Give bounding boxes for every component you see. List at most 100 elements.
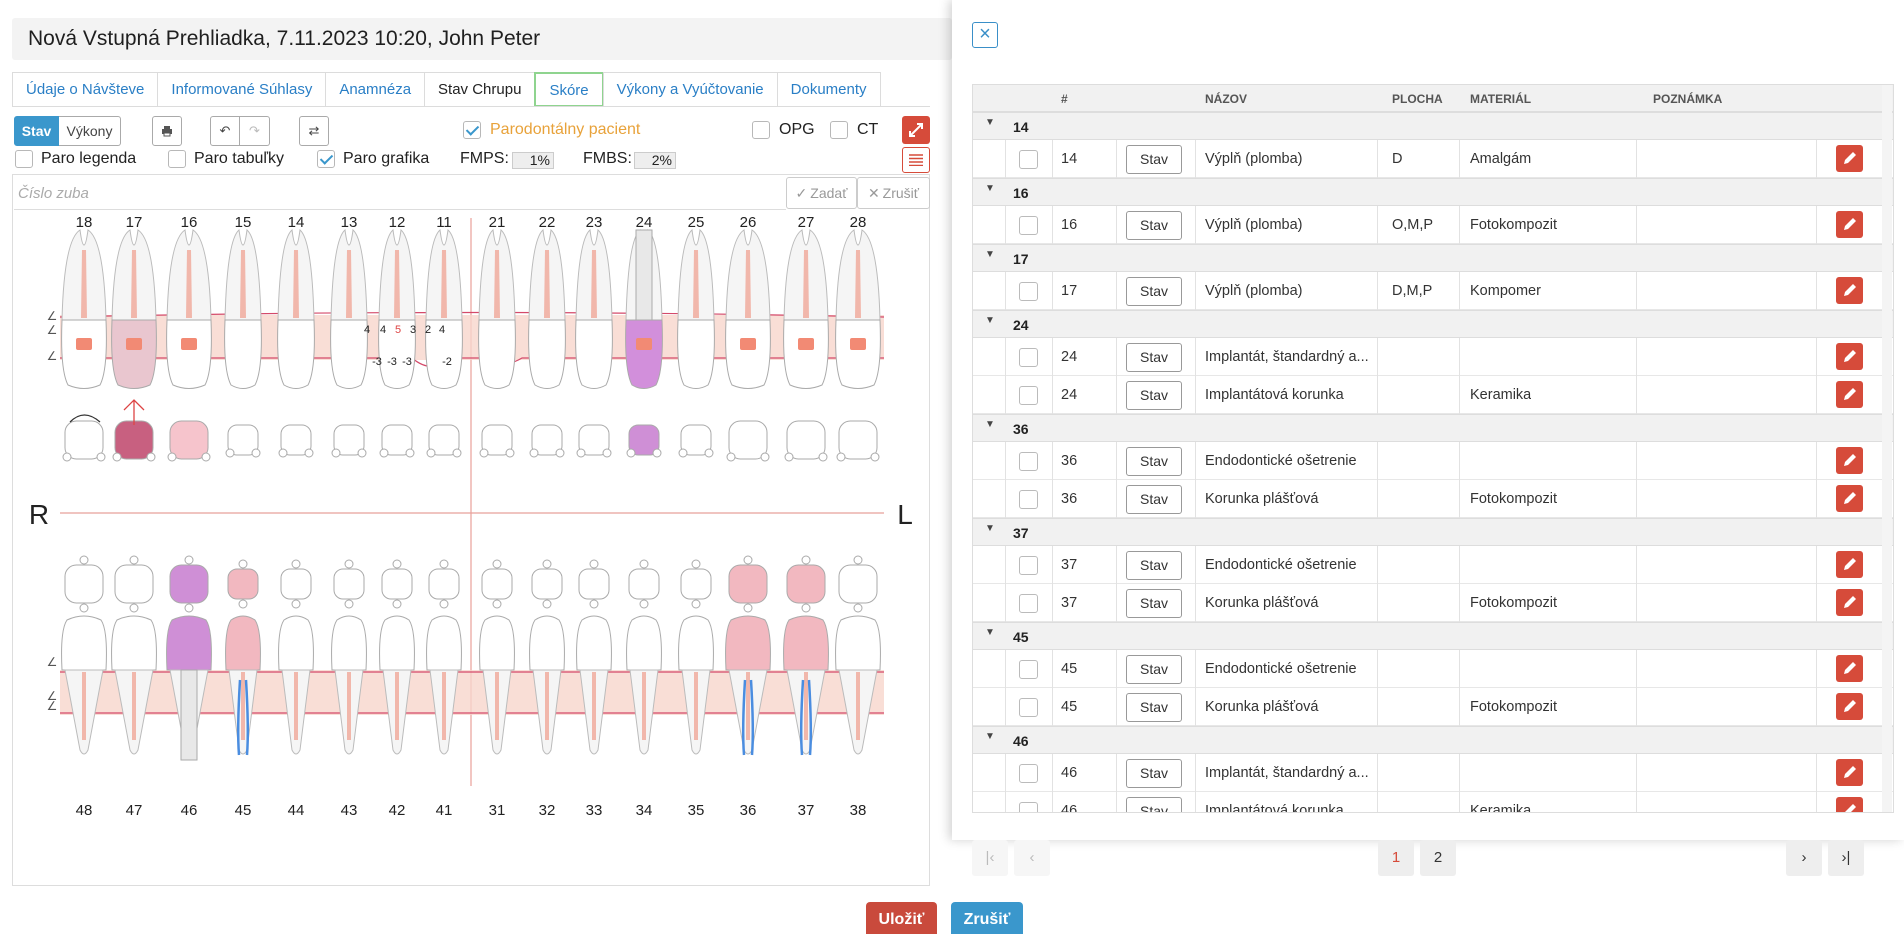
- edit-button[interactable]: [1836, 145, 1863, 172]
- row-checkbox[interactable]: [1019, 490, 1038, 509]
- paro-tabulky-checkbox[interactable]: [168, 150, 186, 168]
- edit-button[interactable]: [1836, 447, 1863, 474]
- row-number: 46: [1061, 803, 1078, 813]
- stav-button[interactable]: Stav: [1126, 381, 1182, 410]
- group-row[interactable]: ▼ 37: [973, 518, 1893, 546]
- row-checkbox[interactable]: [1019, 698, 1038, 717]
- tab-anamneza[interactable]: Anamnéza: [325, 72, 426, 107]
- stav-button[interactable]: Stav: [1126, 693, 1182, 722]
- tab-udaje[interactable]: Údaje o Návšteve: [12, 72, 159, 107]
- page-2-button[interactable]: 2: [1420, 840, 1456, 876]
- edit-button[interactable]: [1836, 655, 1863, 682]
- row-checkbox[interactable]: [1019, 386, 1038, 405]
- edit-button[interactable]: [1836, 589, 1863, 616]
- col-nazov[interactable]: NÁZOV: [1205, 92, 1247, 106]
- caret-down-icon[interactable]: ▼: [985, 117, 995, 128]
- zadat-button[interactable]: ✓ Zadať: [786, 177, 857, 209]
- list-view-button[interactable]: [902, 147, 930, 173]
- cell-divider: [1636, 754, 1637, 792]
- tab-skore[interactable]: Skóre: [534, 72, 604, 107]
- ct-checkbox[interactable]: [830, 121, 848, 139]
- col-poznamka[interactable]: POZNÁMKA: [1653, 92, 1722, 106]
- parodontalny-checkbox[interactable]: [463, 121, 481, 139]
- next-page-button[interactable]: ›: [1786, 840, 1822, 876]
- stav-button[interactable]: Stav: [1126, 759, 1182, 788]
- stav-button[interactable]: Stav: [1126, 655, 1182, 684]
- cell-divider: [1005, 792, 1006, 812]
- opg-checkbox[interactable]: [752, 121, 770, 139]
- row-checkbox[interactable]: [1019, 660, 1038, 679]
- print-button[interactable]: [152, 116, 182, 146]
- row-checkbox[interactable]: [1019, 150, 1038, 169]
- stav-button[interactable]: Stav: [1126, 343, 1182, 372]
- edit-button[interactable]: [1836, 693, 1863, 720]
- stav-button[interactable]: Stav: [1126, 485, 1182, 514]
- row-checkbox[interactable]: [1019, 348, 1038, 367]
- stav-button[interactable]: Stav: [1126, 277, 1182, 306]
- caret-down-icon[interactable]: ▼: [985, 523, 995, 534]
- surface-dot: [726, 452, 736, 462]
- row-checkbox[interactable]: [1019, 216, 1038, 235]
- tooth-occlusal-upper: [786, 420, 826, 460]
- tab-dokumenty[interactable]: Dokumenty: [776, 72, 881, 107]
- paro-legenda-checkbox[interactable]: [15, 150, 33, 168]
- zrusit-entry-button[interactable]: ✕ Zrušiť: [857, 177, 930, 209]
- vykony-toggle[interactable]: Výkony: [59, 116, 121, 146]
- row-checkbox[interactable]: [1019, 452, 1038, 471]
- paro-grafika-checkbox[interactable]: [317, 150, 335, 168]
- group-row[interactable]: ▼ 24: [973, 310, 1893, 338]
- swap-button[interactable]: ⇄: [299, 116, 329, 146]
- row-checkbox[interactable]: [1019, 764, 1038, 783]
- stav-button[interactable]: Stav: [1126, 589, 1182, 618]
- caret-down-icon[interactable]: ▼: [985, 419, 995, 430]
- page-1-button[interactable]: 1: [1378, 840, 1414, 876]
- group-row[interactable]: ▼ 16: [973, 178, 1893, 206]
- dental-chart[interactable]: 18 17 16 15 14 13 12 11 21 22 23 24 25 26 27 2848 47 46 45…: [12, 210, 930, 830]
- edit-button[interactable]: [1836, 381, 1863, 408]
- edit-button[interactable]: [1836, 551, 1863, 578]
- stav-button[interactable]: Stav: [1126, 211, 1182, 240]
- group-row[interactable]: ▼ 36: [973, 414, 1893, 442]
- stav-button[interactable]: Stav: [1126, 551, 1182, 580]
- undo-button[interactable]: ↶: [210, 116, 240, 146]
- tooth-number-input[interactable]: Číslo zuba: [14, 176, 786, 210]
- close-panel-button[interactable]: ×: [972, 22, 998, 48]
- edit-button[interactable]: [1836, 485, 1863, 512]
- caret-down-icon[interactable]: ▼: [985, 627, 995, 638]
- edit-button[interactable]: [1836, 343, 1863, 370]
- first-page-button[interactable]: |‹: [972, 840, 1008, 876]
- col-number[interactable]: #: [1061, 92, 1068, 106]
- row-checkbox[interactable]: [1019, 802, 1038, 812]
- stav-toggle[interactable]: Stav: [14, 116, 59, 146]
- caret-down-icon[interactable]: ▼: [985, 249, 995, 260]
- group-row[interactable]: ▼ 17: [973, 244, 1893, 272]
- tab-stav-chrupu[interactable]: Stav Chrupu: [424, 72, 536, 107]
- stav-button[interactable]: Stav: [1126, 145, 1182, 174]
- caret-down-icon[interactable]: ▼: [985, 315, 995, 326]
- tab-suhlasy[interactable]: Informované Súhlasy: [157, 72, 327, 107]
- edit-button[interactable]: [1836, 211, 1863, 238]
- ulozit-button[interactable]: Uložiť: [866, 902, 937, 934]
- stav-button[interactable]: Stav: [1126, 797, 1182, 812]
- caret-down-icon[interactable]: ▼: [985, 183, 995, 194]
- tab-vykony[interactable]: Výkony a Vyúčtovanie: [602, 72, 778, 107]
- last-page-button[interactable]: ›|: [1828, 840, 1864, 876]
- row-checkbox[interactable]: [1019, 556, 1038, 575]
- col-plocha[interactable]: PLOCHA: [1392, 92, 1443, 106]
- group-row[interactable]: ▼ 14: [973, 112, 1893, 140]
- edit-button[interactable]: [1836, 759, 1863, 786]
- col-material[interactable]: MATERIÁL: [1470, 92, 1531, 106]
- redo-button[interactable]: ↷: [240, 116, 270, 146]
- group-row[interactable]: ▼ 46: [973, 726, 1893, 754]
- expand-button[interactable]: [902, 116, 930, 144]
- zrusit-button[interactable]: Zrušiť: [951, 902, 1023, 934]
- prev-page-button[interactable]: ‹: [1014, 840, 1050, 876]
- row-checkbox[interactable]: [1019, 282, 1038, 301]
- group-row[interactable]: ▼ 45: [973, 622, 1893, 650]
- edit-button[interactable]: [1836, 277, 1863, 304]
- grid-scrollbar[interactable]: [1882, 85, 1892, 812]
- row-checkbox[interactable]: [1019, 594, 1038, 613]
- caret-down-icon[interactable]: ▼: [985, 731, 995, 742]
- stav-button[interactable]: Stav: [1126, 447, 1182, 476]
- edit-button[interactable]: [1836, 797, 1863, 812]
